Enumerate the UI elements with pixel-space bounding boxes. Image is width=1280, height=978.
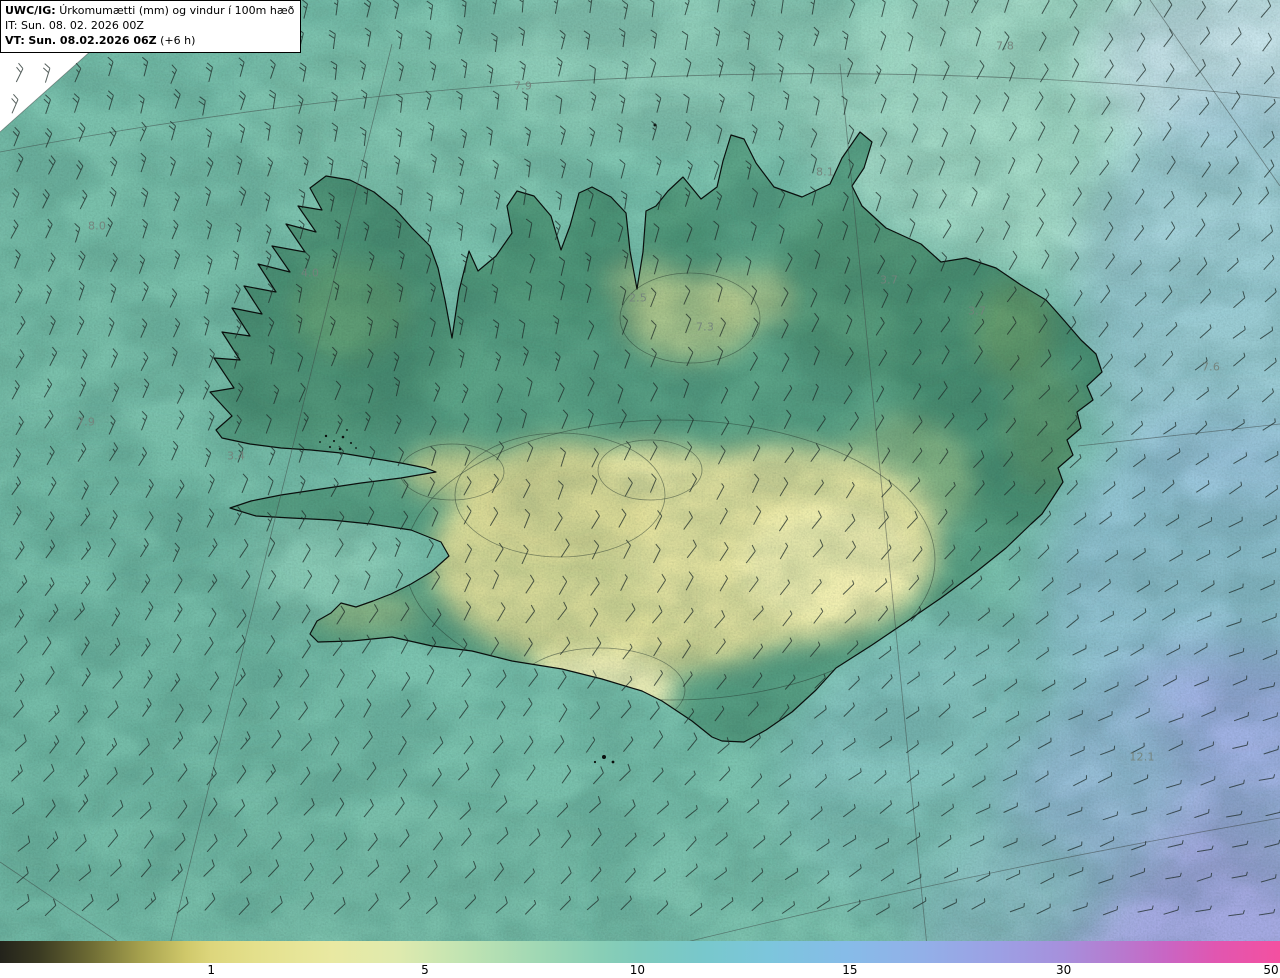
colorbar-ticks: 1 5 10 15 30 50 [0, 963, 1280, 978]
colorbar-tick-label: 50 [1263, 963, 1279, 977]
product-title: Úrkomumætti (mm) og vindur í 100m hæð [59, 4, 295, 17]
map-value-label: 7.3 [695, 320, 715, 334]
it-value: Sun. 08. 02. 2026 00Z [20, 19, 144, 33]
map-canvas [0, 0, 1280, 978]
map-value-label: 8.1 [815, 165, 835, 179]
model-name: UWC/IG: [5, 4, 56, 17]
map-value-label: 2.5 [628, 291, 648, 305]
it-label: IT: [5, 19, 18, 33]
map-value-label: 7.8 [995, 39, 1015, 53]
vt-label: VT: [5, 34, 25, 48]
colorbar-tick-label: 30 [1056, 963, 1072, 977]
map-value-label: 7.9 [76, 415, 96, 429]
colorbar-tick-label: 5 [421, 963, 429, 977]
map-value-label: 7.9 [513, 79, 533, 93]
info-line-title: UWC/IG: Úrkomumætti (mm) og vindur í 100… [5, 3, 294, 18]
map-value-label: 4.0 [300, 266, 320, 280]
map-value-label: 3.4 [226, 449, 246, 463]
map-value-label: 3.7 [879, 273, 899, 287]
colorbar-gradient [0, 941, 1280, 963]
vt-offset: (+6 h) [160, 34, 196, 48]
colorbar-tick-label: 10 [629, 963, 646, 977]
map-value-label: 7.6 [1201, 360, 1221, 374]
map-value-label: 8.0 [87, 219, 107, 233]
vt-value: Sun. 08.02.2026 06Z [28, 34, 157, 48]
colorbar: 1 5 10 15 30 50 [0, 941, 1280, 978]
info-line-valid-time: VT: Sun. 08.02.2026 06Z (+6 h) [5, 33, 294, 48]
map-value-label: 12.1 [1129, 750, 1155, 764]
info-line-init-time: IT: Sun. 08. 02. 2026 00Z [5, 18, 294, 33]
colorbar-tick-label: 1 [207, 963, 216, 977]
colorbar-tick-label: 15 [842, 963, 858, 977]
info-box: UWC/IG: Úrkomumætti (mm) og vindur í 100… [0, 0, 302, 53]
weather-map: 7.9 7.8 8.1 8.0 4.0 2.5 3.7 3.7 7.3 7.6 7.9 3.4 12.1… [0, 0, 1280, 978]
field-grain-texture [0, 0, 1280, 978]
map-value-label: 3.7 [967, 304, 987, 318]
